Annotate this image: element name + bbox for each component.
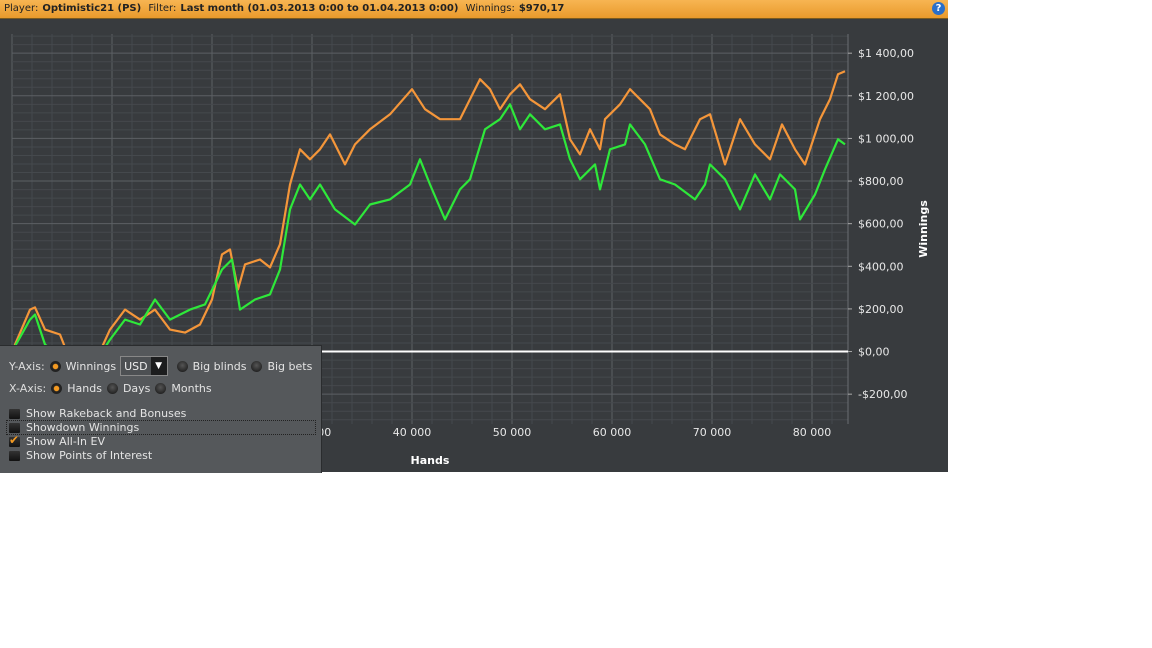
checkbox-label[interactable]: Show Points of Interest bbox=[26, 449, 152, 462]
y-tick-label: $1 400,00 bbox=[858, 47, 914, 60]
radio-big-bets-label[interactable]: Big bets bbox=[267, 360, 312, 373]
radio-months[interactable] bbox=[155, 383, 167, 394]
radio-hands[interactable] bbox=[51, 383, 63, 394]
x-tick-label: 40 000 bbox=[393, 426, 432, 439]
x-tick-label: 60 000 bbox=[593, 426, 632, 439]
checkbox-icon[interactable] bbox=[9, 408, 20, 419]
checkbox-label[interactable]: Show All-In EV bbox=[26, 435, 105, 448]
checkbox-points-of-interest[interactable]: Show Points of Interest bbox=[9, 449, 152, 462]
y-tick-label: $600,00 bbox=[858, 218, 904, 231]
radio-big-blinds[interactable] bbox=[176, 360, 188, 372]
radio-months-label[interactable]: Months bbox=[171, 382, 211, 395]
radio-big-bets[interactable] bbox=[251, 360, 263, 372]
radio-winnings-label[interactable]: Winnings bbox=[66, 360, 116, 373]
checkbox-showdown[interactable]: Showdown Winnings bbox=[9, 421, 139, 434]
x-tick-label: 80 000 bbox=[793, 426, 832, 439]
radio-big-blinds-label[interactable]: Big blinds bbox=[193, 360, 247, 373]
x-axis-label: X-Axis: bbox=[9, 382, 47, 395]
chevron-down-icon[interactable]: ▼ bbox=[150, 357, 167, 375]
radio-winnings[interactable] bbox=[49, 360, 61, 372]
y-tick-label: $1 000,00 bbox=[858, 132, 914, 145]
y-tick-label: $0,00 bbox=[858, 346, 890, 359]
graph-options-panel: Y-Axis: Winnings USD ▼ Big blinds Big bet… bbox=[0, 345, 322, 473]
checkbox-icon[interactable] bbox=[9, 450, 20, 461]
currency-value: USD bbox=[124, 359, 148, 373]
checkbox-label[interactable]: Show Rakeback and Bonuses bbox=[26, 407, 186, 420]
y-tick-label: $1 200,00 bbox=[858, 90, 914, 103]
x-axis-title: Hands bbox=[411, 454, 450, 467]
y-tick-label: -$200,00 bbox=[858, 388, 907, 401]
y-tick-label: $400,00 bbox=[858, 260, 904, 273]
y-axis-title: Winnings bbox=[917, 200, 930, 258]
x-axis-row: X-Axis: Hands Days Months bbox=[9, 382, 212, 395]
radio-hands-label[interactable]: Hands bbox=[67, 382, 102, 395]
y-axis-row: Y-Axis: Winnings USD ▼ Big blinds Big bet… bbox=[9, 356, 312, 376]
checkbox-allin-ev[interactable]: Show All-In EV bbox=[9, 433, 105, 448]
checkmark-icon[interactable] bbox=[9, 433, 20, 447]
y-axis-label: Y-Axis: bbox=[9, 359, 45, 373]
y-tick-label: $200,00 bbox=[858, 303, 904, 316]
checkbox-rakeback[interactable]: Show Rakeback and Bonuses bbox=[9, 407, 186, 420]
y-tick-label: $800,00 bbox=[858, 175, 904, 188]
currency-select[interactable]: USD ▼ bbox=[120, 356, 168, 376]
x-tick-label: 70 000 bbox=[693, 426, 732, 439]
checkbox-label[interactable]: Showdown Winnings bbox=[26, 421, 139, 434]
checkbox-icon[interactable] bbox=[9, 422, 20, 433]
radio-days[interactable] bbox=[106, 383, 118, 394]
x-tick-label: 50 000 bbox=[493, 426, 532, 439]
radio-days-label[interactable]: Days bbox=[123, 382, 150, 395]
